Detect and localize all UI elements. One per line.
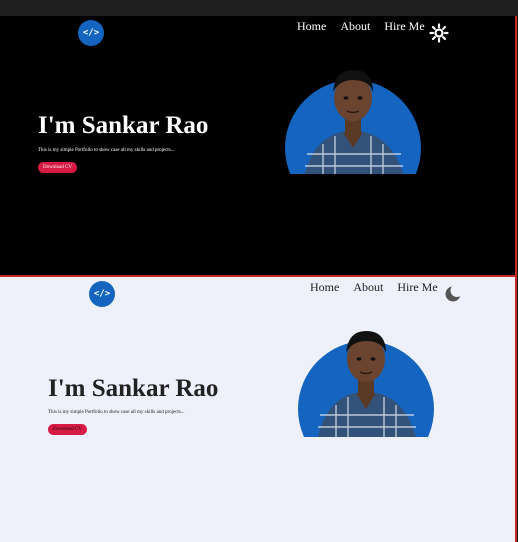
hero-heading: I'm Sankar Rao	[48, 375, 219, 402]
logo-icon[interactable]: </>	[78, 20, 104, 46]
nav-home[interactable]: Home	[297, 19, 326, 34]
profile-avatar	[298, 331, 434, 437]
logo-icon[interactable]: </>	[89, 281, 115, 307]
hero-tagline: This is my simple Portfolio to show case…	[38, 148, 175, 153]
main-nav: Home About Hire Me	[310, 280, 438, 295]
moon-icon[interactable]	[443, 284, 463, 304]
nav-about[interactable]: About	[340, 19, 370, 34]
nav-home[interactable]: Home	[310, 280, 339, 295]
nav-hire-me[interactable]: Hire Me	[384, 19, 424, 34]
nav-about[interactable]: About	[353, 280, 383, 295]
browser-top-bar	[0, 0, 518, 16]
nav-hire-me[interactable]: Hire Me	[397, 280, 437, 295]
main-nav: Home About Hire Me	[297, 19, 425, 34]
download-cv-button[interactable]: Download CV	[38, 162, 78, 173]
download-cv-button[interactable]: Download CV	[48, 424, 88, 435]
hero-tagline: This is my simple Portfolio to show case…	[48, 410, 185, 415]
hero-heading: I'm Sankar Rao	[38, 112, 209, 139]
dark-theme-preview: </> Home About Hire Me I'm Sankar Rao Th…	[0, 16, 517, 277]
light-theme-preview: </> Home About Hire Me I'm Sankar Rao Th…	[0, 277, 517, 542]
sun-icon[interactable]	[429, 23, 449, 43]
profile-avatar	[285, 70, 421, 174]
